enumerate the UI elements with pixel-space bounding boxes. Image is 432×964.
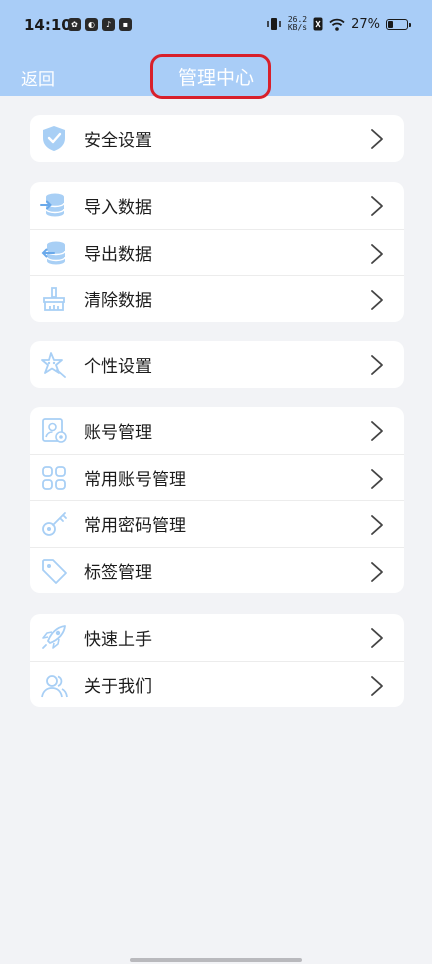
menu-group: 快速上手 关于我们 bbox=[30, 614, 404, 707]
rocket-icon bbox=[42, 625, 66, 649]
menu-group: 导入数据导出数据清除数据 bbox=[30, 182, 404, 322]
home-indicator[interactable] bbox=[130, 958, 302, 962]
broom-icon bbox=[43, 287, 65, 311]
notification-app-icon: ✿ bbox=[68, 18, 81, 31]
menu-item-label: 常用账号管理 bbox=[84, 469, 186, 490]
menu-item[interactable]: 标签管理 bbox=[30, 546, 404, 594]
notification-app-icon: ◐ bbox=[85, 18, 98, 31]
menu-item[interactable]: 快速上手 bbox=[30, 614, 404, 661]
chevron-right-icon bbox=[371, 355, 383, 375]
chevron-right-icon bbox=[371, 515, 383, 535]
chevron-right-icon bbox=[371, 561, 383, 582]
menu-item[interactable]: 安全设置 bbox=[30, 115, 404, 162]
menu-item[interactable]: 导入数据 bbox=[30, 182, 404, 229]
menu-group: 个性设置 bbox=[30, 341, 404, 388]
star-icon bbox=[41, 352, 66, 378]
notification-tiktok-icon: ♪ bbox=[102, 18, 115, 31]
database-import-icon bbox=[40, 193, 65, 217]
account-card-icon bbox=[42, 418, 67, 443]
menu-item[interactable]: 导出数据 bbox=[30, 228, 404, 276]
menu-group: 账号管理常用账号管理 常用密码管理 标签管理 bbox=[30, 407, 404, 593]
tag-icon bbox=[42, 558, 67, 584]
menu-item[interactable]: 常用账号管理 bbox=[30, 453, 404, 501]
grid-icon bbox=[42, 465, 66, 490]
notification-app-icon: ▪ bbox=[119, 18, 132, 31]
key-icon bbox=[42, 512, 67, 536]
menu-item[interactable]: 关于我们 bbox=[30, 660, 404, 708]
vibrate-icon bbox=[267, 18, 281, 30]
chevron-right-icon bbox=[371, 675, 383, 696]
shield-icon bbox=[43, 126, 65, 151]
users-icon bbox=[41, 674, 68, 697]
title-highlight-annotation bbox=[150, 54, 271, 99]
menu-item-label: 导出数据 bbox=[84, 244, 152, 265]
chevron-right-icon bbox=[371, 628, 383, 648]
menu-item-label: 账号管理 bbox=[84, 422, 152, 443]
status-time: 14:10 bbox=[24, 16, 72, 34]
chevron-right-icon bbox=[371, 290, 383, 310]
menu-item[interactable]: 账号管理 bbox=[30, 407, 404, 454]
menu-item-label: 常用密码管理 bbox=[84, 516, 186, 537]
menu-item-label: 快速上手 bbox=[84, 629, 152, 650]
sim-icon bbox=[313, 17, 323, 31]
notification-icons: ✿ ◐ ♪ ▪ bbox=[68, 18, 132, 31]
wifi-icon bbox=[329, 18, 345, 31]
menu-item[interactable]: 个性设置 bbox=[30, 341, 404, 388]
database-export-icon bbox=[41, 241, 66, 264]
battery-percent: 27% bbox=[351, 16, 380, 32]
battery-level bbox=[388, 20, 393, 28]
chevron-right-icon bbox=[371, 421, 383, 441]
menu-item-label: 安全设置 bbox=[84, 130, 152, 151]
menu-item-label: 导入数据 bbox=[84, 197, 152, 218]
network-speed-unit: KB/s bbox=[287, 23, 308, 32]
battery-icon bbox=[386, 18, 411, 30]
status-bar: 14:10 ✿ ◐ ♪ ▪ 26.2 KB/s 27% bbox=[0, 0, 432, 52]
chevron-right-icon bbox=[371, 243, 383, 264]
menu-item-label: 清除数据 bbox=[84, 291, 152, 312]
menu-item-label: 个性设置 bbox=[84, 356, 152, 377]
menu-item-label: 关于我们 bbox=[84, 676, 152, 697]
menu-item[interactable]: 常用密码管理 bbox=[30, 500, 404, 547]
status-right: 26.2 KB/s 27% bbox=[266, 16, 411, 32]
chevron-right-icon bbox=[371, 468, 383, 489]
menu-item-label: 标签管理 bbox=[84, 562, 152, 583]
network-speed: 26.2 KB/s bbox=[288, 16, 307, 32]
chevron-right-icon bbox=[371, 196, 383, 216]
menu-group: 安全设置 bbox=[30, 115, 404, 162]
app-header: 14:10 ✿ ◐ ♪ ▪ 26.2 KB/s 27% 返回 管理中心 bbox=[0, 0, 432, 99]
menu-item[interactable]: 清除数据 bbox=[30, 275, 404, 322]
chevron-right-icon bbox=[371, 129, 383, 149]
